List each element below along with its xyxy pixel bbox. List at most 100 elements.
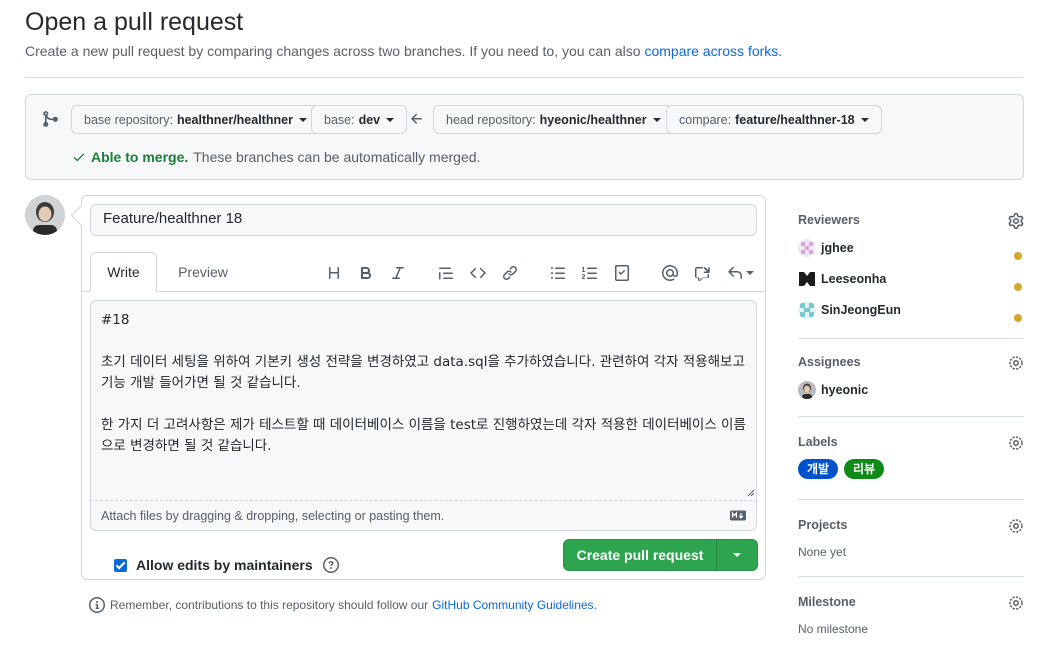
base-branch-select[interactable]: base: dev xyxy=(311,105,408,134)
pending-review-dot xyxy=(1014,283,1022,291)
assignees-title[interactable]: Assignees xyxy=(798,355,1024,369)
info-icon xyxy=(89,597,105,613)
base-repo-value: healthner/healthner xyxy=(176,112,293,127)
gear-icon[interactable] xyxy=(1008,518,1024,534)
reviewer-name: Leeseonha xyxy=(821,272,887,286)
allow-edits-label: Allow edits by maintainers xyxy=(136,557,313,573)
milestone-value: No milestone xyxy=(798,622,869,636)
compare-across-forks-link[interactable]: compare across forks xyxy=(644,43,778,59)
header-divider xyxy=(25,77,1023,78)
sidebar-divider xyxy=(798,416,1024,417)
gear-icon[interactable] xyxy=(1008,355,1024,371)
caret-down-icon xyxy=(386,117,395,122)
assignee-item[interactable]: hyeonic xyxy=(798,380,868,400)
avatar[interactable] xyxy=(25,195,65,235)
check-icon xyxy=(73,153,85,162)
reviewer-item[interactable]: jghee xyxy=(798,238,854,258)
base-repo-label: base repository: xyxy=(84,112,173,127)
projects-value: None yet xyxy=(798,545,847,559)
label-badge[interactable]: 리뷰 xyxy=(843,459,885,479)
compare-branch-select[interactable]: compare: feature/healthner-18 xyxy=(666,105,882,134)
attach-hint: Attach files by dragging & dropping, sel… xyxy=(101,509,445,523)
allow-edits-option[interactable]: Allow edits by maintainers xyxy=(114,557,339,573)
cross-reference-icon[interactable] xyxy=(693,264,711,282)
caret-down-icon xyxy=(298,117,307,122)
tab-write[interactable]: Write xyxy=(90,252,157,292)
create-pull-request-button[interactable]: Create pull request xyxy=(563,539,758,571)
tab-preview[interactable]: Preview xyxy=(164,252,242,292)
compare-branches-icon xyxy=(43,111,58,127)
caret-down-icon xyxy=(733,553,741,557)
assignee-name: hyeonic xyxy=(821,383,869,397)
remember-text: Remember, contributions to this reposito… xyxy=(110,598,429,612)
resize-handle-icon[interactable] xyxy=(747,489,755,497)
question-icon[interactable] xyxy=(322,557,339,573)
head-repo-value: hyeonic/healthner xyxy=(539,112,647,127)
merge-status-text: These branches can be automatically merg… xyxy=(193,149,481,165)
link-icon[interactable] xyxy=(501,264,519,282)
sidebar-divider xyxy=(798,499,1024,500)
avatar xyxy=(798,301,816,319)
bold-icon[interactable] xyxy=(357,264,375,282)
projects-title[interactable]: Projects xyxy=(798,518,1024,532)
code-icon[interactable] xyxy=(469,264,487,282)
gear-icon[interactable] xyxy=(1008,595,1024,611)
avatar xyxy=(798,270,816,288)
pr-body-textarea[interactable]: #18 초기 데이터 세팅을 위하여 기본키 생성 전략을 변경하였고 data… xyxy=(90,300,757,500)
page-subtitle: Create a new pull request by comparing c… xyxy=(25,43,782,59)
allow-edits-checkbox[interactable] xyxy=(114,558,127,572)
create-pull-request-label[interactable]: Create pull request xyxy=(564,540,717,570)
contribution-reminder: Remember, contributions to this reposito… xyxy=(89,597,597,613)
unordered-list-icon[interactable] xyxy=(549,264,567,282)
reviewer-item[interactable]: SinJeongEun xyxy=(798,300,901,320)
reviewer-item[interactable]: Leeseonha xyxy=(798,269,886,289)
remember-end: . xyxy=(593,598,597,612)
base-repository-select[interactable]: base repository: healthner/healthner xyxy=(71,105,320,134)
compare-value: feature/healthner-18 xyxy=(735,112,855,127)
base-label: base: xyxy=(324,112,355,127)
pending-review-dot xyxy=(1014,252,1022,260)
reviewer-name: SinJeongEun xyxy=(821,303,901,317)
label-badge[interactable]: 개발 xyxy=(798,459,839,479)
attach-files-bar[interactable]: Attach files by dragging & dropping, sel… xyxy=(90,500,757,531)
merge-ok-text: Able to merge. xyxy=(91,149,189,165)
avatar xyxy=(798,239,816,257)
caret-down-icon xyxy=(652,117,661,122)
community-guidelines-link[interactable]: GitHub Community Guidelines xyxy=(432,598,593,612)
compare-label: compare: xyxy=(679,112,732,127)
head-repo-label: head repository: xyxy=(446,112,536,127)
reviewers-section: Reviewers jghee Leeseonha SinJeongEun xyxy=(798,213,1024,322)
labels-list: 개발 리뷰 xyxy=(798,459,886,479)
saved-replies-icon[interactable] xyxy=(725,264,755,282)
branch-range-editor: base repository: healthner/healthner base… xyxy=(25,94,1024,180)
arrow-left-icon xyxy=(411,113,422,124)
heading-icon[interactable] xyxy=(325,264,343,282)
mention-icon[interactable] xyxy=(661,264,679,282)
projects-section: Projects None yet xyxy=(798,518,1024,559)
caret-down-icon xyxy=(860,117,869,122)
page-title: Open a pull request xyxy=(25,8,244,36)
labels-section: Labels 개발 리뷰 xyxy=(798,435,1024,479)
labels-title[interactable]: Labels xyxy=(798,435,1024,449)
italic-icon[interactable] xyxy=(389,264,407,282)
ordered-list-icon[interactable] xyxy=(581,264,599,282)
milestone-section: Milestone No milestone xyxy=(798,595,1024,636)
gear-icon[interactable] xyxy=(1008,435,1024,451)
milestone-title[interactable]: Milestone xyxy=(798,595,1024,609)
gear-icon[interactable] xyxy=(1008,213,1024,229)
head-repository-select[interactable]: head repository: hyeonic/healthner xyxy=(433,105,674,134)
reviewer-name: jghee xyxy=(821,241,854,255)
reviewers-title[interactable]: Reviewers xyxy=(798,213,1024,227)
caret-down-icon xyxy=(745,271,754,275)
base-value: dev xyxy=(358,112,381,127)
markdown-icon xyxy=(730,510,746,521)
create-options-dropdown[interactable] xyxy=(717,540,757,570)
pending-review-dot xyxy=(1014,314,1022,322)
editor-tabs: Write Preview xyxy=(82,252,765,292)
user-avatar-image xyxy=(25,195,65,235)
task-list-icon[interactable] xyxy=(613,264,631,282)
pull-request-form: Feature/healthner 18 Write Preview #18 초… xyxy=(81,195,766,580)
quote-icon[interactable] xyxy=(437,264,455,282)
sidebar-divider xyxy=(798,338,1024,339)
pr-title-input[interactable]: Feature/healthner 18 xyxy=(90,204,757,236)
